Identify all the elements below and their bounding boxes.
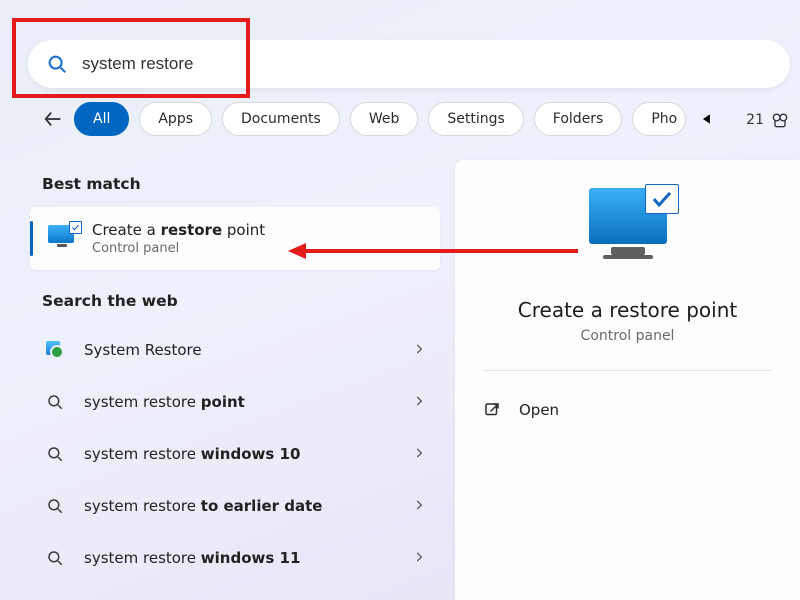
best-match-heading: Best match: [42, 175, 440, 193]
search-icon: [42, 545, 68, 571]
filter-documents[interactable]: Documents: [222, 102, 340, 136]
search-icon: [42, 493, 68, 519]
filter-photos[interactable]: Pho: [632, 102, 686, 136]
chevron-right-icon: [412, 497, 426, 516]
detail-hero-icon: [583, 188, 673, 274]
web-result-label: system restore point: [84, 393, 412, 411]
open-action[interactable]: Open: [455, 397, 800, 423]
search-bar[interactable]: [28, 40, 790, 88]
search-web-heading: Search the web: [42, 292, 440, 310]
filter-folders[interactable]: Folders: [534, 102, 623, 136]
rewards-count: 21: [746, 112, 764, 128]
web-results-list: System Restore system restore point system…: [30, 324, 440, 584]
web-result-1[interactable]: system restore point: [30, 376, 440, 428]
chevron-right-icon: [412, 445, 426, 464]
best-match-text: Create a restore point Control panel: [92, 221, 265, 256]
chevron-right-icon: [412, 341, 426, 360]
web-result-2[interactable]: system restore windows 10: [30, 428, 440, 480]
scroll-right-button[interactable]: [696, 108, 718, 130]
rewards-icon: [770, 110, 790, 130]
best-match-result[interactable]: Create a restore point Control panel: [30, 207, 440, 270]
system-restore-icon: [42, 337, 68, 363]
web-result-3[interactable]: system restore to earlier date: [30, 480, 440, 532]
filter-apps[interactable]: Apps: [139, 102, 212, 136]
web-result-label: system restore windows 10: [84, 445, 412, 463]
web-result-4[interactable]: system restore windows 11: [30, 532, 440, 584]
chevron-right-icon: [412, 393, 426, 412]
search-icon: [42, 441, 68, 467]
filter-settings[interactable]: Settings: [428, 102, 523, 136]
web-result-0[interactable]: System Restore: [30, 324, 440, 376]
detail-title: Create a restore point: [518, 298, 737, 322]
back-button[interactable]: [42, 108, 64, 130]
filter-all[interactable]: All: [74, 102, 129, 136]
divider: [483, 370, 772, 371]
filter-row: All Apps Documents Web Settings Folders …: [42, 102, 800, 136]
search-icon: [42, 389, 68, 415]
rewards-indicator[interactable]: 21: [746, 110, 790, 130]
open-label: Open: [519, 401, 559, 419]
chevron-right-icon: [412, 549, 426, 568]
detail-panel: Create a restore point Control panel Ope…: [455, 160, 800, 600]
results-column: Best match Create a restore point Contro…: [30, 165, 440, 584]
search-input[interactable]: [82, 54, 790, 74]
web-result-label: system restore windows 11: [84, 549, 412, 567]
search-icon: [46, 53, 68, 75]
web-result-label: system restore to earlier date: [84, 497, 412, 515]
open-icon: [483, 401, 501, 419]
detail-subtitle: Control panel: [581, 328, 675, 344]
restore-point-icon: [48, 225, 76, 253]
filter-web[interactable]: Web: [350, 102, 419, 136]
web-result-label: System Restore: [84, 341, 412, 359]
